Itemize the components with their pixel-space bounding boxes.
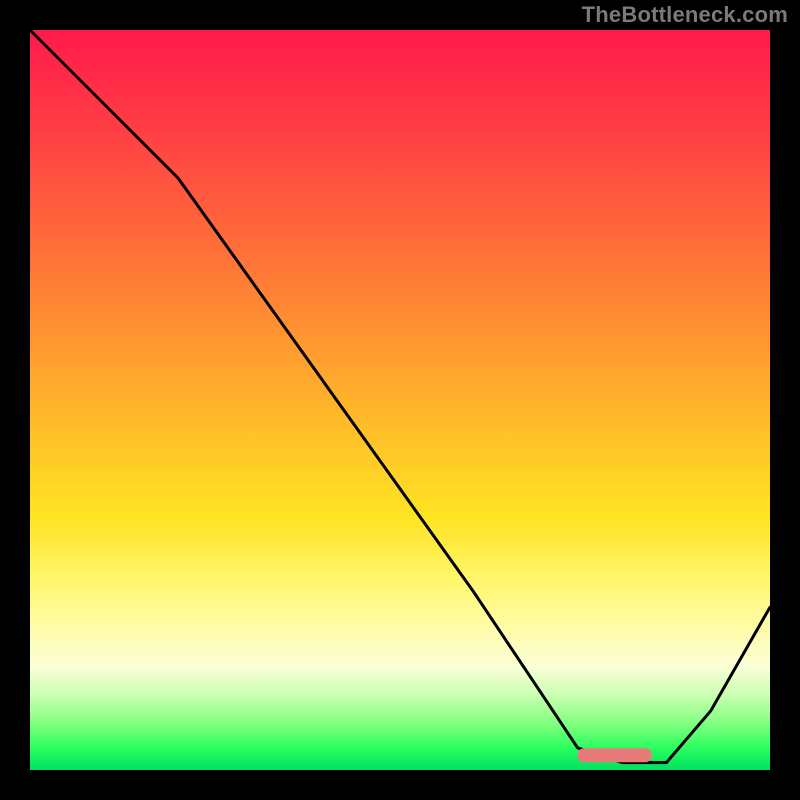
bottleneck-curve bbox=[30, 30, 770, 763]
curve-layer bbox=[30, 30, 770, 770]
optimal-range-marker bbox=[578, 748, 652, 762]
chart-frame: TheBottleneck.com bbox=[0, 0, 800, 800]
watermark-text: TheBottleneck.com bbox=[582, 2, 788, 28]
